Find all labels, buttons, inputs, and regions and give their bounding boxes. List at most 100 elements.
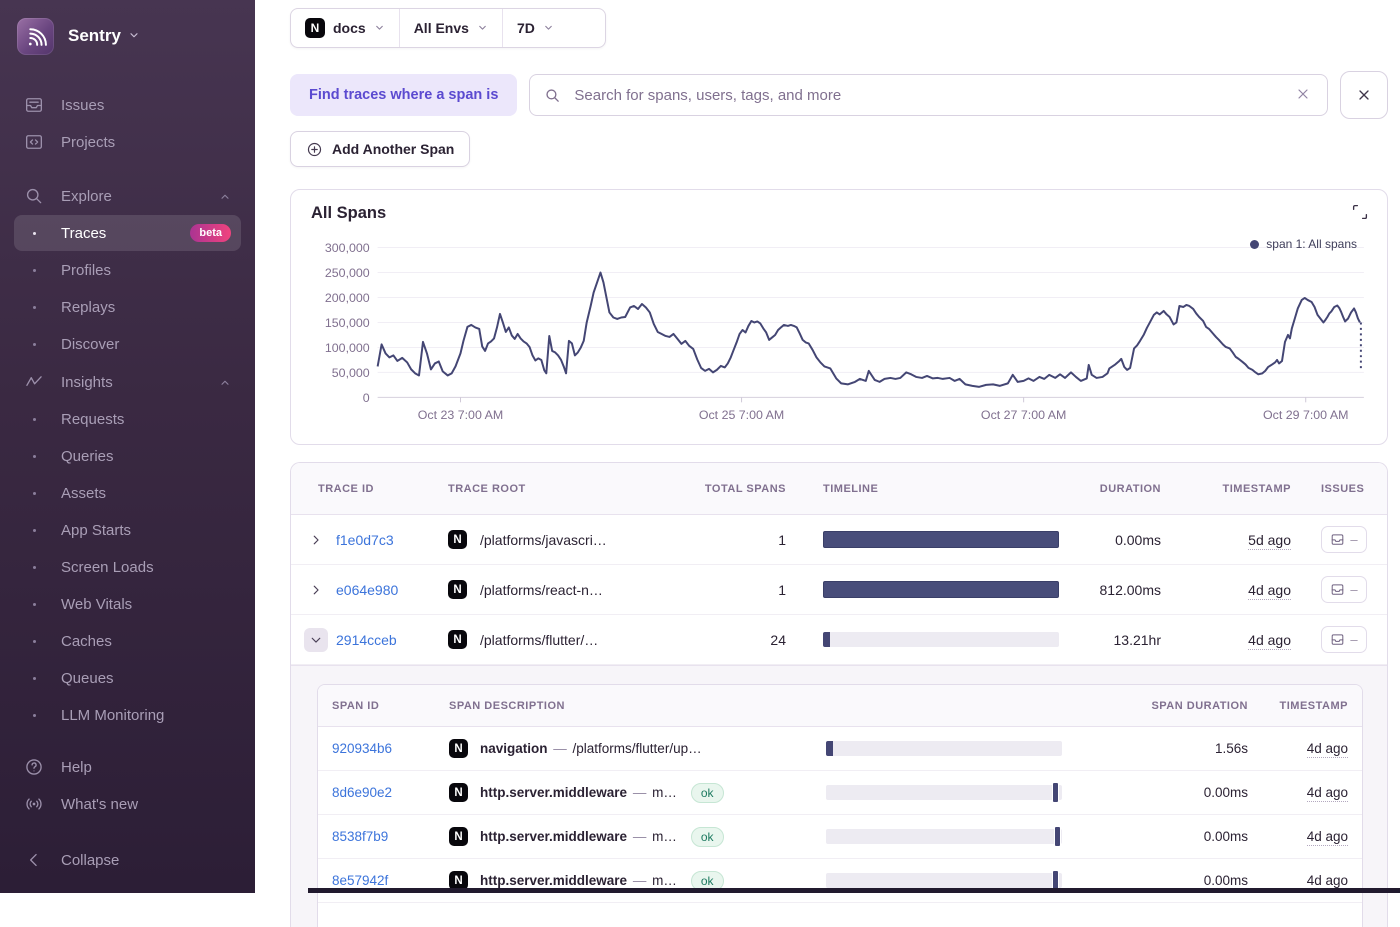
date-range-selector[interactable]: 7D: [502, 9, 568, 47]
duration: 0.00ms: [1076, 532, 1161, 548]
bullet-icon: [24, 455, 44, 458]
span-search-input[interactable]: [572, 86, 1284, 105]
sidebar-item-what-s-new[interactable]: What's new: [14, 786, 241, 822]
all-spans-chart-panel: All Spans span 1: All spans 050,000100,0…: [290, 189, 1388, 445]
sidebar-item-projects[interactable]: Projects: [14, 124, 241, 160]
span-rows: 920934b6 N navigation — /platforms/flutt…: [318, 727, 1362, 903]
span-id-link[interactable]: 8538f7b9: [332, 829, 388, 844]
chevron-down-icon: [128, 26, 140, 46]
span-id-link[interactable]: 8e57942f: [332, 873, 388, 888]
trace-id-link[interactable]: e064e980: [336, 582, 398, 598]
fullscreen-button[interactable]: [1351, 203, 1371, 223]
timestamp[interactable]: 4d ago: [1248, 582, 1291, 600]
sidebar-item-replays[interactable]: Replays: [14, 289, 241, 325]
span-row: 8d6e90e2 N http.server.middleware — m… o…: [318, 771, 1362, 815]
chevron-up-icon: [219, 376, 231, 388]
sidebar-section-explore[interactable]: Explore: [14, 178, 241, 214]
total-spans: 1: [701, 582, 786, 598]
col-span-description: SPAN DESCRIPTION: [433, 700, 808, 712]
issues-button[interactable]: –: [1321, 626, 1367, 653]
chevron-up-icon: [219, 190, 231, 202]
bullet-icon: [24, 232, 44, 235]
collapse-chevron[interactable]: [304, 628, 328, 652]
span-search-row: Find traces where a span is: [290, 71, 1388, 119]
span-description: http.server.middleware — m…: [480, 829, 677, 844]
col-duration: DURATION: [1076, 483, 1161, 495]
svg-text:150,000: 150,000: [325, 316, 370, 330]
expand-chevron[interactable]: [304, 528, 328, 552]
chevron-down-icon: [477, 20, 488, 36]
sidebar-item-help[interactable]: Help: [14, 749, 241, 785]
timeline-bar: [826, 785, 1062, 800]
timestamp[interactable]: 4d ago: [1248, 632, 1291, 650]
timestamp[interactable]: 5d ago: [1248, 532, 1291, 550]
col-trace-root: TRACE ROOT: [433, 483, 701, 495]
sidebar-item-queues[interactable]: Queues: [14, 660, 241, 696]
sidebar-item-assets[interactable]: Assets: [14, 475, 241, 511]
timeline-bar: [826, 829, 1062, 844]
sidebar-item-llm-monitoring[interactable]: LLM Monitoring: [14, 697, 241, 733]
bullet-icon: [24, 269, 44, 272]
trace-id-link[interactable]: 2914cceb: [336, 632, 397, 648]
environment-selector[interactable]: All Envs: [399, 9, 502, 47]
timestamp[interactable]: 4d ago: [1307, 785, 1348, 802]
sidebar-item-traces[interactable]: Tracesbeta: [14, 215, 241, 251]
issues-count: –: [1350, 633, 1357, 646]
nextjs-icon: N: [448, 530, 467, 549]
broadcast-icon: [24, 794, 44, 814]
issues-button[interactable]: –: [1321, 576, 1367, 603]
sidebar-footer: HelpWhat's new Collapse: [0, 749, 255, 893]
bullet-icon: [24, 566, 44, 569]
org-switcher[interactable]: Sentry: [0, 0, 255, 60]
span-description: navigation — /platforms/flutter/up…: [480, 741, 702, 756]
sidebar-item-issues[interactable]: Issues: [14, 87, 241, 123]
nextjs-icon: N: [305, 18, 325, 38]
trace-id-link[interactable]: f1e0d7c3: [336, 532, 394, 548]
col-span-duration: SPAN DURATION: [1068, 700, 1248, 712]
status-badge: ok: [691, 783, 724, 803]
issues-icon: [1330, 632, 1345, 647]
sidebar-item-discover[interactable]: Discover: [14, 326, 241, 362]
trace-table-panel: TRACE ID TRACE ROOT TOTAL SPANS TIMELINE…: [290, 462, 1388, 927]
bullet-icon: [24, 677, 44, 680]
sidebar-item-requests[interactable]: Requests: [14, 401, 241, 437]
add-another-span-label: Add Another Span: [332, 141, 454, 157]
page-filter-bar: N docs All Envs 7D: [290, 8, 606, 48]
svg-text:250,000: 250,000: [325, 266, 370, 280]
col-span-id: SPAN ID: [318, 700, 433, 712]
issues-button[interactable]: –: [1321, 526, 1367, 553]
timestamp[interactable]: 4d ago: [1307, 741, 1348, 758]
issues-count: –: [1350, 533, 1357, 546]
collapse-button[interactable]: Collapse: [14, 842, 241, 878]
sidebar-item-profiles[interactable]: Profiles: [14, 252, 241, 288]
span-id-link[interactable]: 8d6e90e2: [332, 785, 392, 800]
chevron-down-icon: [543, 20, 554, 36]
search-icon: [544, 87, 561, 104]
timeline-bar: [823, 581, 1059, 598]
sidebar-item-caches[interactable]: Caches: [14, 623, 241, 659]
timeline-bar: [823, 632, 1059, 647]
all-spans-chart-svg: 050,000100,000150,000200,000250,000300,0…: [291, 190, 1387, 444]
project-selector[interactable]: N docs: [291, 9, 399, 47]
nextjs-icon: N: [449, 739, 468, 758]
sidebar-item-app-starts[interactable]: App Starts: [14, 512, 241, 548]
fullscreen-icon: [1351, 203, 1369, 221]
sidebar-item-queries[interactable]: Queries: [14, 438, 241, 474]
remove-span-button[interactable]: [1340, 71, 1388, 119]
sidebar-item-web-vitals[interactable]: Web Vitals: [14, 586, 241, 622]
svg-text:300,000: 300,000: [325, 241, 370, 255]
all-spans-chart[interactable]: 050,000100,000150,000200,000250,000300,0…: [291, 190, 1387, 444]
sidebar-item-screen-loads[interactable]: Screen Loads: [14, 549, 241, 585]
sidebar-section-insights[interactable]: Insights: [14, 364, 241, 400]
nextjs-icon: N: [448, 580, 467, 599]
duration: 812.00ms: [1076, 582, 1161, 598]
clear-search-icon[interactable]: [1295, 86, 1313, 104]
bullet-icon: [24, 492, 44, 495]
svg-text:Oct 27 7:00 AM: Oct 27 7:00 AM: [981, 408, 1066, 422]
expand-chevron[interactable]: [304, 578, 328, 602]
span-id-link[interactable]: 920934b6: [332, 741, 392, 756]
add-another-span-button[interactable]: Add Another Span: [290, 131, 470, 167]
trace-root: /platforms/javascri…: [480, 532, 607, 548]
timestamp[interactable]: 4d ago: [1307, 829, 1348, 846]
col-issues: ISSUES: [1291, 483, 1387, 495]
